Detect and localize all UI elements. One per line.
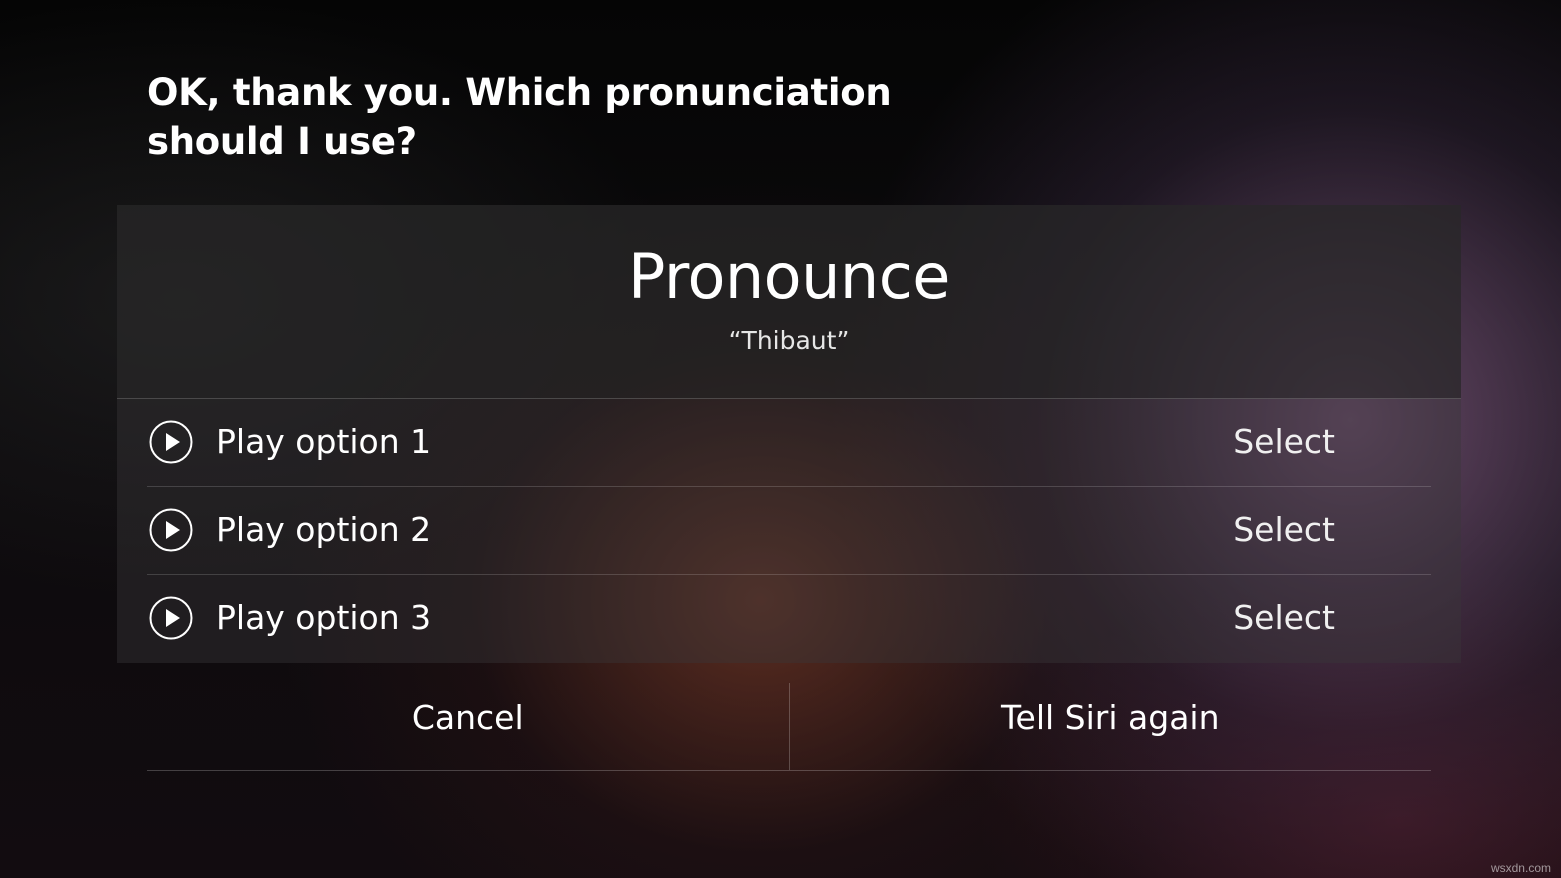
play-option-label[interactable]: Play option 1 [216, 421, 431, 463]
watermark: wsxdn.com [1490, 861, 1551, 875]
option-list: Play option 1 Select Play option 2 Selec… [147, 399, 1431, 662]
card-header: Pronounce “Thibaut” [117, 205, 1461, 399]
select-button-2[interactable]: Select [1233, 509, 1335, 551]
card-subtitle: “Thibaut” [728, 326, 850, 355]
cancel-button[interactable]: Cancel [147, 683, 789, 770]
siri-prompt: OK, thank you. Which pronunciation shoul… [147, 71, 892, 163]
select-button-1[interactable]: Select [1233, 421, 1335, 463]
tell-siri-again-button[interactable]: Tell Siri again [790, 683, 1432, 770]
play-circle-icon[interactable] [149, 596, 193, 640]
select-button-3[interactable]: Select [1233, 597, 1335, 639]
play-circle-icon[interactable] [149, 508, 193, 552]
option-row-1[interactable]: Play option 1 Select [147, 399, 1431, 487]
play-option-label[interactable]: Play option 3 [216, 597, 431, 639]
option-row-3[interactable]: Play option 3 Select [147, 575, 1431, 662]
play-option-label[interactable]: Play option 2 [216, 509, 431, 551]
card-title: Pronounce [628, 240, 950, 313]
play-circle-icon[interactable] [149, 420, 193, 464]
option-row-2[interactable]: Play option 2 Select [147, 487, 1431, 575]
action-bar: Cancel Tell Siri again [147, 683, 1431, 771]
pronunciation-card: Pronounce “Thibaut” Play option 1 Select… [117, 205, 1461, 663]
